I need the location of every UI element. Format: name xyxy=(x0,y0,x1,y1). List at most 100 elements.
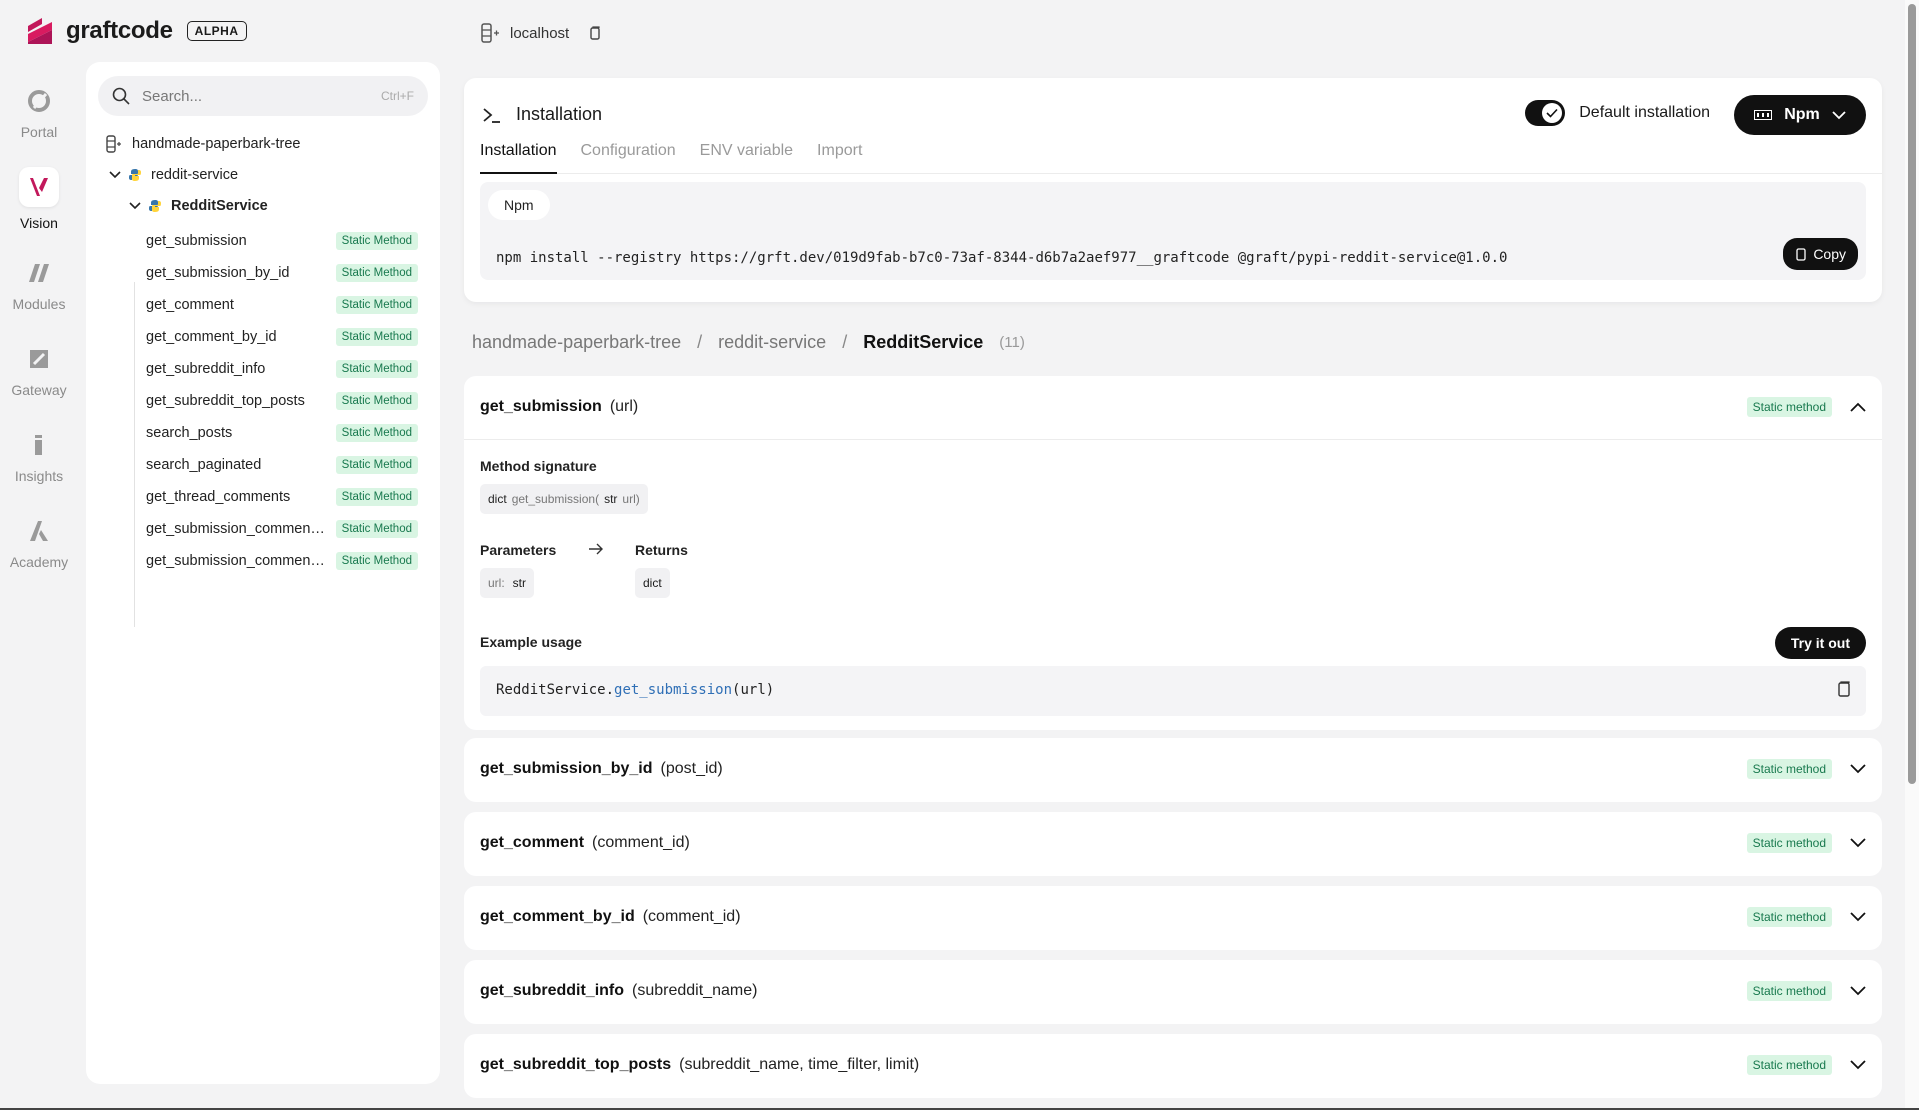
method-name: get_comment_by_id xyxy=(480,908,635,925)
try-it-out-button[interactable]: Try it out xyxy=(1774,627,1866,659)
static-method-badge: Static Method xyxy=(335,424,418,442)
method-args: (post_id) xyxy=(660,760,723,777)
portal-icon xyxy=(28,90,50,112)
tree-method-item[interactable]: get_comment Static Method xyxy=(86,289,440,321)
static-method-badge: Static method xyxy=(1746,907,1832,927)
rail-item-vision[interactable]: Vision xyxy=(0,156,78,242)
chevron-down-icon[interactable] xyxy=(1850,764,1866,774)
sig-param-name: url) xyxy=(622,492,640,506)
search-shortcut: Ctrl+F xyxy=(381,89,414,103)
static-method-badge: Static Method xyxy=(335,360,418,378)
example-usage-box: RedditService.get_submission(url) xyxy=(480,666,1866,716)
tree-item-class[interactable]: RedditService xyxy=(86,190,440,221)
static-method-badge: Static method xyxy=(1746,981,1832,1001)
host-label: localhost xyxy=(510,24,570,42)
tab-configuration[interactable]: Configuration xyxy=(581,140,676,173)
server-icon xyxy=(106,134,121,153)
rail-item-modules[interactable]: Modules xyxy=(0,242,78,328)
method-name: get_submission_by_id xyxy=(480,760,653,777)
page-scrollbar[interactable] xyxy=(1905,0,1919,1110)
tree-method-item[interactable]: get_subreddit_top_posts Static Method xyxy=(86,385,440,417)
python-icon xyxy=(149,199,161,212)
gateway-icon xyxy=(30,350,48,368)
signature-chip: dict get_submission( str url) xyxy=(480,484,648,514)
scrollbar-thumb[interactable] xyxy=(1908,4,1916,784)
install-command-box: Npm npm install --registry https://grft.… xyxy=(480,182,1866,280)
tab-installation[interactable]: Installation xyxy=(480,140,557,174)
method-card[interactable]: get_subreddit_info (subreddit_name) Stati… xyxy=(464,960,1882,1024)
rail-item-insights[interactable]: Insights xyxy=(0,414,78,500)
tree-method-item[interactable]: get_comment_by_id Static Method xyxy=(86,321,440,353)
package-manager-dropdown[interactable]: Npm xyxy=(1734,95,1866,135)
copy-icon[interactable] xyxy=(587,25,603,41)
tab-env-variable[interactable]: ENV variable xyxy=(700,140,793,173)
modules-icon xyxy=(29,264,49,282)
module-tree-panel: Ctrl+F handmade-paperbark-tree reddit-se… xyxy=(86,62,440,1084)
breadcrumb-current: RedditService xyxy=(863,332,984,352)
tree-method-item[interactable]: get_thread_comments Static Method xyxy=(86,481,440,513)
install-command: npm install --registry https://grft.dev/… xyxy=(496,250,1508,266)
rail-label: Vision xyxy=(20,215,58,231)
tree-item-root[interactable]: handmade-paperbark-tree xyxy=(86,128,440,159)
method-args: (url) xyxy=(609,398,639,415)
static-method-badge: Static Method xyxy=(335,552,418,570)
rail-item-portal[interactable]: Portal xyxy=(0,70,78,156)
tree-item-service[interactable]: reddit-service xyxy=(86,159,440,190)
sig-param-type: str xyxy=(604,492,618,506)
divider xyxy=(464,439,1882,440)
static-method-badge: Static method xyxy=(1746,397,1832,417)
search-input[interactable] xyxy=(142,87,369,105)
academy-icon xyxy=(30,521,48,541)
chevron-down-icon[interactable] xyxy=(1850,838,1866,848)
chevron-down-icon[interactable] xyxy=(1850,986,1866,996)
installation-title: Installation xyxy=(516,104,603,124)
sig-return-type: dict xyxy=(488,492,507,506)
search-bar[interactable]: Ctrl+F xyxy=(98,76,428,116)
copy-command-button[interactable]: Copy xyxy=(1783,238,1858,270)
method-card[interactable]: get_comment (comment_id) Static method xyxy=(464,812,1882,876)
method-name: get_submission xyxy=(146,233,247,249)
chevron-down-icon[interactable] xyxy=(128,199,142,213)
rail-item-academy[interactable]: Academy xyxy=(0,500,78,586)
tree-method-item[interactable]: search_paginated Static Method xyxy=(86,449,440,481)
left-rail: Portal Vision Modules Gateway Insights A… xyxy=(0,70,78,586)
method-name: get_comment xyxy=(146,297,234,313)
param-name: url: xyxy=(488,576,505,590)
breadcrumb-item[interactable]: reddit-service xyxy=(718,332,826,353)
copy-icon[interactable] xyxy=(1836,680,1852,698)
npm-chip: Npm xyxy=(488,190,550,220)
vision-icon xyxy=(30,178,48,196)
breadcrumb-item[interactable]: handmade-paperbark-tree xyxy=(472,332,681,353)
tree-method-item[interactable]: get_submission_by_id Static Method xyxy=(86,257,440,289)
method-name: get_comment xyxy=(480,834,585,851)
module-tree: handmade-paperbark-tree reddit-service R… xyxy=(86,128,440,577)
rail-label: Insights xyxy=(14,468,64,484)
chevron-down-icon[interactable] xyxy=(1850,1060,1866,1070)
default-installation-toggle[interactable]: Default installation xyxy=(1525,100,1710,126)
method-card[interactable]: get_submission_by_id (post_id) Static met… xyxy=(464,738,1882,802)
static-method-badge: Static method xyxy=(1746,759,1832,779)
tab-import[interactable]: Import xyxy=(817,140,862,173)
tree-method-item[interactable]: search_posts Static Method xyxy=(86,417,440,449)
method-args: (subreddit_name, time_filter, limit) xyxy=(679,1056,920,1073)
rail-item-gateway[interactable]: Gateway xyxy=(0,328,78,414)
method-name: get_submission_comments... xyxy=(146,521,326,537)
chevron-up-icon[interactable] xyxy=(1850,402,1866,412)
toggle-switch[interactable] xyxy=(1525,100,1566,126)
usage-object: RedditService. xyxy=(496,682,615,698)
method-header[interactable]: get_submission (url) xyxy=(480,376,638,438)
tree-method-item[interactable]: get_submission_comments... Static Method xyxy=(86,545,440,577)
alpha-badge: ALPHA xyxy=(186,21,247,41)
brand[interactable]: graftcode ALPHA xyxy=(24,14,247,48)
chevron-down-icon[interactable] xyxy=(108,168,122,182)
tree-method-item[interactable]: get_submission_comments... Static Method xyxy=(86,513,440,545)
host-indicator: localhost xyxy=(480,22,603,44)
method-card[interactable]: get_subreddit_top_posts (subreddit_name, … xyxy=(464,1034,1882,1098)
copy-label: Copy xyxy=(1813,246,1846,262)
tree-method-item[interactable]: get_subreddit_info Static Method xyxy=(86,353,440,385)
tree-method-item[interactable]: get_submission Static Method xyxy=(86,225,440,257)
chevron-down-icon[interactable] xyxy=(1850,912,1866,922)
method-card[interactable]: get_comment_by_id (comment_id) Static met… xyxy=(464,886,1882,950)
static-method-badge: Static Method xyxy=(335,392,418,410)
method-name: get_submission xyxy=(480,398,602,415)
